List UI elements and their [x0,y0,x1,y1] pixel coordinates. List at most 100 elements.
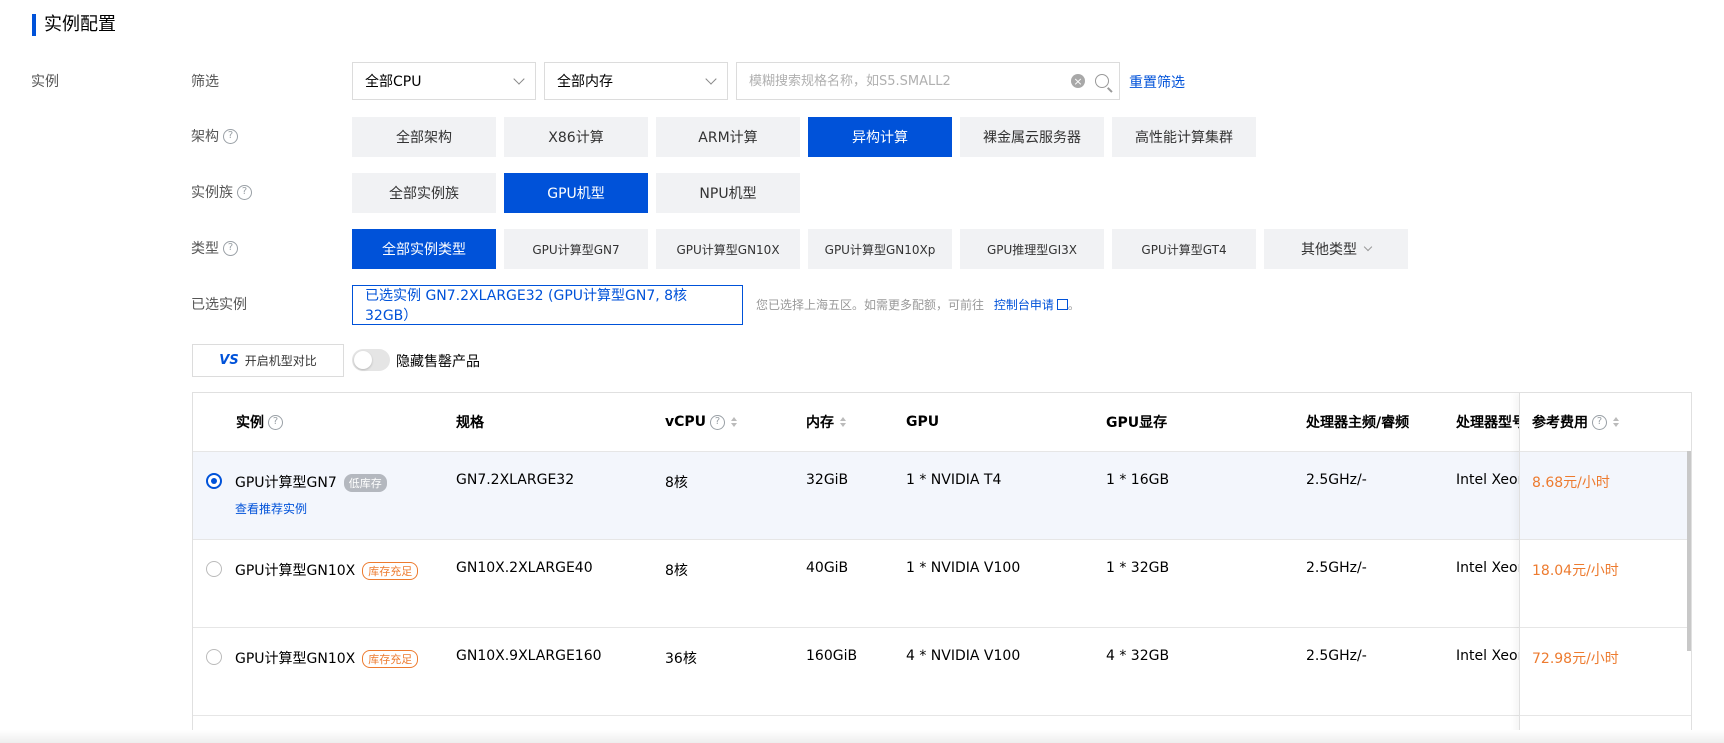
selected-instance-box: 已选实例 GN7.2XLARGE32 (GPU计算型GN7, 8核32GB） [352,285,743,325]
stock-badge: 低库存 [343,474,387,492]
row-cpu-model: Intel Xeon [1456,648,1527,664]
chevron-down-icon [1363,242,1373,252]
table-row[interactable]: GPU计算型GN7 低库存 查看推荐实例 GN7.2XLARGE32 8核 32G… [193,451,1526,540]
row-frequency: 2.5GHz/- [1306,560,1367,576]
compare-button[interactable]: VS 开启机型对比 [192,344,344,377]
memory-select[interactable]: 全部内存 [544,62,728,100]
clear-icon[interactable]: × [1071,74,1085,88]
price-fixed-column: 参考费用 ? 8.68元/小时 18.04元/小时 72.98元/小时 [1519,393,1691,742]
type-label-text: 类型 [191,241,219,257]
header-price[interactable]: 参考费用 ? [1532,393,1619,451]
type-option-gn7[interactable]: GPU计算型GN7 [504,229,648,269]
row-price: 72.98元/小时 [1532,651,1619,667]
row-vcpu: 36核 [665,651,697,667]
type-option-gi3x[interactable]: GPU推理型GI3X [960,229,1104,269]
section-title: 实例配置 [44,14,116,35]
vs-compare-icon: VS [219,353,239,368]
bottom-edge [0,730,1724,743]
header-memory-label: 内存 [806,415,834,431]
price-cell-row: 8.68元/小时 [1520,451,1691,540]
spec-search-box: × [736,62,1120,100]
type-option-gn10xp[interactable]: GPU计算型GN10Xp [808,229,952,269]
row-radio[interactable] [206,649,222,665]
header-vcpu[interactable]: vCPU ? [665,393,738,451]
row-gpu-memory: 1 * 32GB [1106,560,1170,576]
help-icon[interactable]: ? [1592,414,1607,430]
arch-option-bare-metal[interactable]: 裸金属云服务器 [960,117,1104,157]
row-price: 8.68元/小时 [1532,475,1610,491]
sort-icon[interactable] [731,417,738,427]
search-icon[interactable] [1095,74,1109,88]
help-icon[interactable]: ? [268,414,283,430]
type-option-gt4[interactable]: GPU计算型GT4 [1112,229,1256,269]
quota-note-end: 。 [1067,298,1080,312]
hide-soldout-toggle[interactable] [352,349,390,371]
header-price-label: 参考费用 [1532,415,1588,431]
chevron-down-icon [513,73,525,85]
family-option-all[interactable]: 全部实例族 [352,173,496,213]
filter-label: 筛选 [191,62,219,100]
compare-button-label: 开启机型对比 [244,354,317,368]
type-option-other-dropdown[interactable]: 其他类型 [1264,229,1408,269]
memory-select-value: 全部内存 [557,74,613,90]
help-icon[interactable]: ? [710,414,726,430]
external-link-icon [1056,299,1068,310]
family-option-gpu[interactable]: GPU机型 [504,173,648,213]
console-apply-link-text: 控制台申请 [993,298,1054,312]
table-row[interactable]: GPU计算型GN10X 库存充足 GN10X.9XLARGE160 36核 160… [193,627,1526,716]
table-row[interactable]: GPU计算型GN10X 库存充足 GN10X.2XLARGE40 8核 40GiB… [193,539,1526,628]
instance-table: 实例 ? 规格 vCPU ? 内存 GPU GPU显存 处理器主频/睿频 处理器… [192,392,1692,743]
header-instance: 实例 ? [236,393,283,451]
row-spec: GN7.2XLARGE32 [456,472,575,488]
console-apply-link[interactable]: 控制台申请 [994,298,1068,312]
row-cpu-model: Intel Xeon [1456,560,1527,576]
header-spec: 规格 [456,415,484,431]
row-vcpu: 8核 [665,563,688,579]
row-cpu-model: Intel Xeon [1456,472,1527,488]
selected-instance-label: 已选实例 [191,285,247,323]
header-instance-label: 实例 [236,415,264,431]
row-radio[interactable] [206,473,222,489]
spec-search-input[interactable] [747,72,1071,90]
type-option-other-label: 其他类型 [1301,242,1357,258]
arch-option-all[interactable]: 全部架构 [352,117,496,157]
selected-instance-label-text: 已选实例 [191,297,247,313]
family-option-npu[interactable]: NPU机型 [656,173,800,213]
cpu-select[interactable]: 全部CPU [352,62,536,100]
header-gpu-memory: GPU显存 [1106,415,1168,431]
help-icon[interactable]: ? [223,128,238,144]
arch-option-hpc-cluster[interactable]: 高性能计算集群 [1112,117,1256,157]
row-instance-name: GPU计算型GN7 [235,475,337,491]
vertical-scrollbar[interactable] [1687,451,1691,651]
hide-soldout-label: 隐藏售罄产品 [396,354,480,370]
header-cpu-model: 处理器型号 [1456,415,1519,431]
arch-option-arm[interactable]: ARM计算 [656,117,800,157]
row-radio[interactable] [206,561,222,577]
recommend-link[interactable]: 查看推荐实例 [235,500,307,517]
row-gpu-memory: 1 * 16GB [1106,472,1170,488]
row-spec: GN10X.2XLARGE40 [456,560,593,576]
quota-note: 您已选择上海五区。如需更多配额，可前往 控制台申请。 [756,296,1080,313]
header-memory[interactable]: 内存 [806,393,846,451]
help-icon[interactable]: ? [223,240,238,256]
sort-icon[interactable] [1613,417,1619,427]
sort-icon[interactable] [840,417,846,427]
price-cell-row: 72.98元/小时 [1520,627,1691,716]
row-memory: 32GiB [806,472,849,488]
row-vcpu: 8核 [665,475,688,491]
type-option-gn10x[interactable]: GPU计算型GN10X [656,229,800,269]
arch-label-text: 架构 [191,129,219,145]
arch-option-x86[interactable]: X86计算 [504,117,648,157]
type-option-all[interactable]: 全部实例类型 [352,229,496,269]
row-instance-name: GPU计算型GN10X [235,651,356,667]
row-instance-cell: GPU计算型GN10X 库存充足 [235,560,419,580]
row-frequency: 2.5GHz/- [1306,648,1367,664]
section-accent-bar [32,14,36,36]
row-memory: 40GiB [806,560,849,576]
arch-option-heterogeneous[interactable]: 异构计算 [808,117,952,157]
help-icon[interactable]: ? [237,184,252,200]
header-gpu: GPU [906,414,940,430]
row-memory: 160GiB [806,648,858,664]
chevron-down-icon [705,73,717,85]
reset-filter-link[interactable]: 重置筛选 [1129,72,1185,92]
